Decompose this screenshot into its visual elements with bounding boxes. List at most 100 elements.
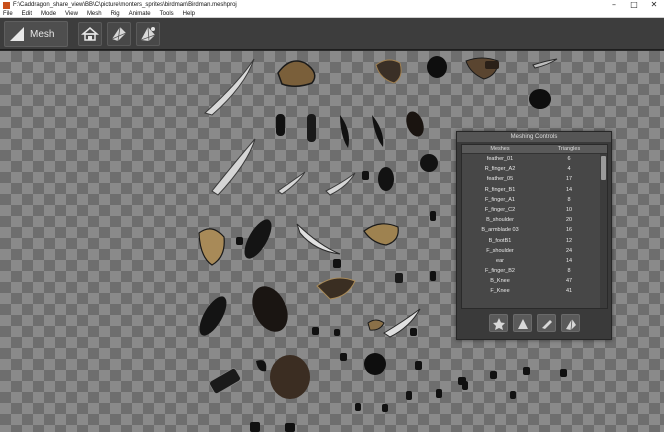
column-triangles[interactable]: Triangles — [538, 145, 600, 153]
menu-bar: File Edit Mode View Mesh Rig Animate Too… — [0, 10, 664, 18]
limb-sprite — [307, 114, 316, 142]
mesh-name: F_finger_B2 — [485, 268, 515, 275]
mesh-name: R_finger_B1 — [484, 186, 516, 193]
menu-mode[interactable]: Mode — [41, 11, 56, 17]
limb-sprite — [340, 115, 349, 148]
limb-sprite — [244, 219, 272, 259]
app-icon — [3, 1, 10, 9]
window-controls: – □ ✕ — [604, 0, 664, 10]
menu-rig[interactable]: Rig — [111, 11, 120, 17]
mesh-viewport[interactable]: Meshing Controls Meshes Triangles feathe… — [0, 51, 664, 432]
fragment-sprite — [560, 369, 567, 377]
triangle-count: 17 — [565, 176, 573, 183]
menu-help[interactable]: Help — [183, 11, 195, 17]
house-icon — [80, 27, 100, 41]
table-row[interactable]: B_Knee 47 — [462, 276, 607, 286]
mesh-edit-icon — [140, 26, 156, 42]
triangle-count: 8 — [567, 268, 571, 275]
fragment-sprite — [285, 423, 295, 432]
menu-view[interactable]: View — [65, 11, 78, 17]
menu-animate[interactable]: Animate — [129, 11, 151, 17]
fragment-sprite — [334, 329, 340, 336]
triangle-count: 14 — [565, 257, 573, 264]
close-button[interactable]: ✕ — [644, 0, 664, 10]
table-row[interactable]: feather_05 17 — [462, 174, 607, 184]
pad-sprite — [364, 353, 386, 375]
mesh-mode-button[interactable]: Mesh — [4, 21, 68, 47]
table-row[interactable]: R_finger_A2 4 — [462, 164, 607, 174]
menu-mesh[interactable]: Mesh — [87, 11, 102, 17]
menu-file[interactable]: File — [3, 11, 13, 17]
fragment-sprite — [382, 404, 388, 412]
table-scrollbar[interactable] — [600, 154, 607, 308]
triangle-icon — [518, 319, 528, 329]
star-icon — [493, 318, 505, 330]
mesh-edit-button[interactable] — [136, 22, 160, 46]
table-row[interactable]: B_armblade 03 16 — [462, 225, 607, 235]
feather-sprite — [277, 171, 306, 195]
triangle-count: 16 — [565, 227, 573, 234]
mode-label: Mesh — [30, 28, 55, 40]
bracer-sprite — [209, 368, 241, 394]
table-row[interactable]: B_footB1 12 — [462, 236, 607, 246]
feather-sprite — [211, 138, 256, 196]
cut-mesh-button[interactable] — [537, 314, 556, 332]
triangle-count: 6 — [567, 156, 571, 162]
table-row[interactable]: F_Knee 41 — [462, 286, 607, 296]
fragment-sprite — [415, 361, 422, 370]
claw-sprite — [367, 319, 385, 331]
mesh-name: F_finger_C2 — [484, 206, 516, 213]
limb-sprite — [372, 115, 384, 147]
minimize-button[interactable]: – — [604, 0, 624, 10]
shoulder-sprite — [252, 286, 288, 332]
head-sprite — [363, 223, 399, 246]
claw-sprite — [316, 277, 356, 300]
title-bar: F:\Caddragon_share_view\BB\C\picture\mon… — [0, 0, 664, 10]
mesh-name: F_finger_A1 — [485, 196, 515, 203]
pad-sprite — [427, 56, 447, 78]
feather-sprite — [325, 172, 356, 196]
fragment-sprite — [236, 237, 243, 245]
menu-edit[interactable]: Edit — [22, 11, 32, 17]
triangle-count: 20 — [565, 217, 573, 224]
mesh-name: feather_01 — [486, 156, 514, 162]
mesh-tool-icon — [111, 26, 127, 42]
mesh-name: B_footB1 — [488, 237, 512, 244]
table-row[interactable]: feather_01 6 — [462, 154, 607, 164]
mesh-name: B_shoulder — [486, 217, 514, 224]
table-row[interactable]: F_finger_C2 10 — [462, 205, 607, 215]
triangulate-button[interactable] — [513, 314, 532, 332]
maximize-button[interactable]: □ — [624, 0, 644, 10]
fragment-sprite — [510, 391, 516, 399]
table-row[interactable]: F_finger_A1 8 — [462, 195, 607, 205]
table-row[interactable]: B_shoulder 20 — [462, 215, 607, 225]
house-tool-button[interactable] — [78, 22, 102, 46]
mesh-name: F_Knee — [490, 288, 510, 295]
mesh-name: B_Knee — [490, 278, 510, 285]
fragment-sprite — [523, 367, 530, 375]
knife-icon — [542, 320, 552, 329]
fragment-sprite — [250, 422, 260, 432]
window-title: F:\Caddragon_share_view\BB\C\picture\mon… — [13, 2, 237, 8]
table-row[interactable]: ear 14 — [462, 256, 607, 266]
table-row[interactable]: F_shoulder 24 — [462, 246, 607, 256]
fragment-sprite — [395, 273, 403, 283]
auto-mesh-button[interactable] — [489, 314, 508, 332]
table-row[interactable]: F_finger_B2 8 — [462, 266, 607, 276]
fragment-sprite — [362, 171, 369, 180]
table-row[interactable]: R_finger_B1 14 — [462, 185, 607, 195]
pad-sprite — [420, 154, 438, 172]
column-meshes[interactable]: Meshes — [462, 145, 538, 153]
scroll-thumb[interactable] — [601, 156, 606, 180]
fragment-sprite — [312, 327, 319, 335]
fragment-sprite — [333, 259, 341, 268]
limb-sprite — [256, 360, 267, 372]
mesh-name: ear — [496, 257, 504, 264]
panel-title: Meshing Controls — [457, 132, 611, 142]
limb-sprite — [276, 114, 285, 136]
helmet-sprite — [277, 60, 316, 87]
regenerate-mesh-button[interactable] — [561, 314, 580, 332]
mesh-tool-button[interactable] — [107, 22, 131, 46]
menu-tools[interactable]: Tools — [160, 11, 174, 17]
mesh-mode-icon — [10, 27, 24, 41]
